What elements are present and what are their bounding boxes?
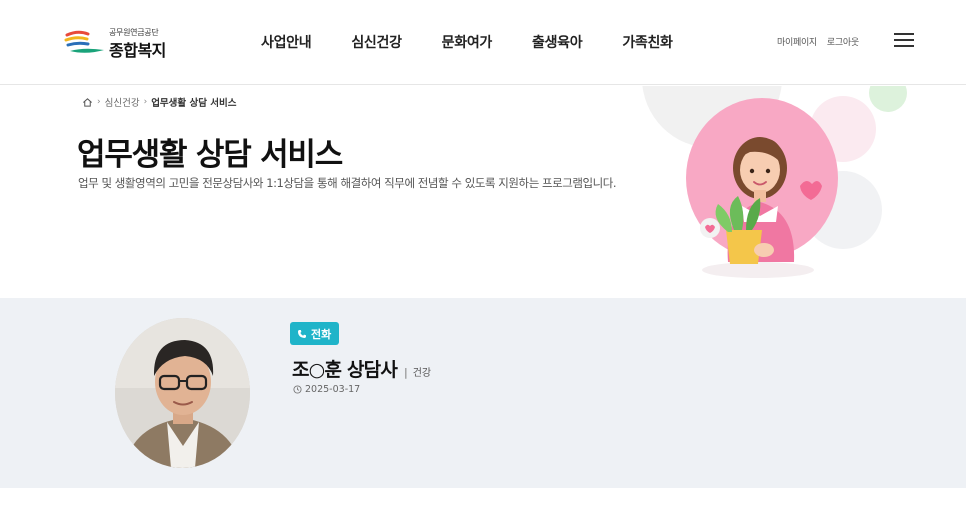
counselor-illustration: [686, 98, 838, 278]
decor-circle-green: [869, 86, 907, 112]
mypage-link[interactable]: 마이페이지: [777, 35, 817, 48]
counselor-separator: |: [404, 366, 408, 379]
main-nav: 사업안내 심신건강 문화여가 출생육아 가족친화: [261, 32, 673, 52]
counselor-field: 건강: [412, 368, 432, 379]
consult-type-badge: 전화: [290, 322, 340, 345]
page-title: 업무생활 상담 서비스: [77, 137, 343, 173]
home-icon[interactable]: [82, 97, 93, 108]
counselor-title: 조○훈 상담사 | 건강: [292, 355, 431, 382]
site-header: 공무원연금공단 종합복지 사업안내 심신건강 문화여가 출생육아 가족친화 마이…: [0, 0, 966, 85]
nav-item-family[interactable]: 가족친화: [622, 32, 673, 52]
page-hero: › 심신건강 › 업무생활 상담 서비스 업무생활 상담 서비스 업무 및 생활…: [0, 86, 966, 298]
counselor-card: 전화 조○훈 상담사 | 건강 2025-03-17: [0, 298, 966, 488]
nav-item-health[interactable]: 심신건강: [351, 32, 402, 52]
clock-icon: [293, 385, 302, 394]
counselor-name: 조○훈 상담사: [292, 359, 398, 381]
nav-item-childcare[interactable]: 출생육아: [532, 32, 583, 52]
site-logo[interactable]: 공무원연금공단 종합복지: [64, 26, 184, 60]
breadcrumb-current: 업무생활 상담 서비스: [151, 98, 237, 109]
breadcrumb: › 심신건강 › 업무생활 상담 서비스: [82, 95, 236, 109]
page-description: 업무 및 생활영역의 고민을 전문상담사와 1:1상담을 통해 해결하여 직무에…: [78, 176, 617, 190]
breadcrumb-separator: ›: [97, 97, 101, 107]
post-date-value: 2025-03-17: [305, 384, 361, 395]
breadcrumb-item-health[interactable]: 심신건강: [105, 95, 140, 109]
consult-type-label: 전화: [311, 327, 332, 341]
breadcrumb-separator: ›: [143, 97, 148, 107]
phone-icon: [298, 329, 306, 338]
hamburger-icon[interactable]: [894, 32, 914, 48]
logo-org-big: 종합복지: [109, 41, 166, 60]
counselor-avatar: [115, 318, 250, 468]
counselor-photo: [115, 318, 250, 468]
util-links: 마이페이지 로그아웃: [777, 35, 859, 48]
logo-mark-icon: [64, 30, 104, 53]
post-date: 2025-03-17: [293, 384, 360, 395]
logout-link[interactable]: 로그아웃: [827, 35, 859, 48]
nav-item-culture[interactable]: 문화여가: [442, 32, 493, 52]
nav-item-business[interactable]: 사업안내: [261, 32, 312, 52]
